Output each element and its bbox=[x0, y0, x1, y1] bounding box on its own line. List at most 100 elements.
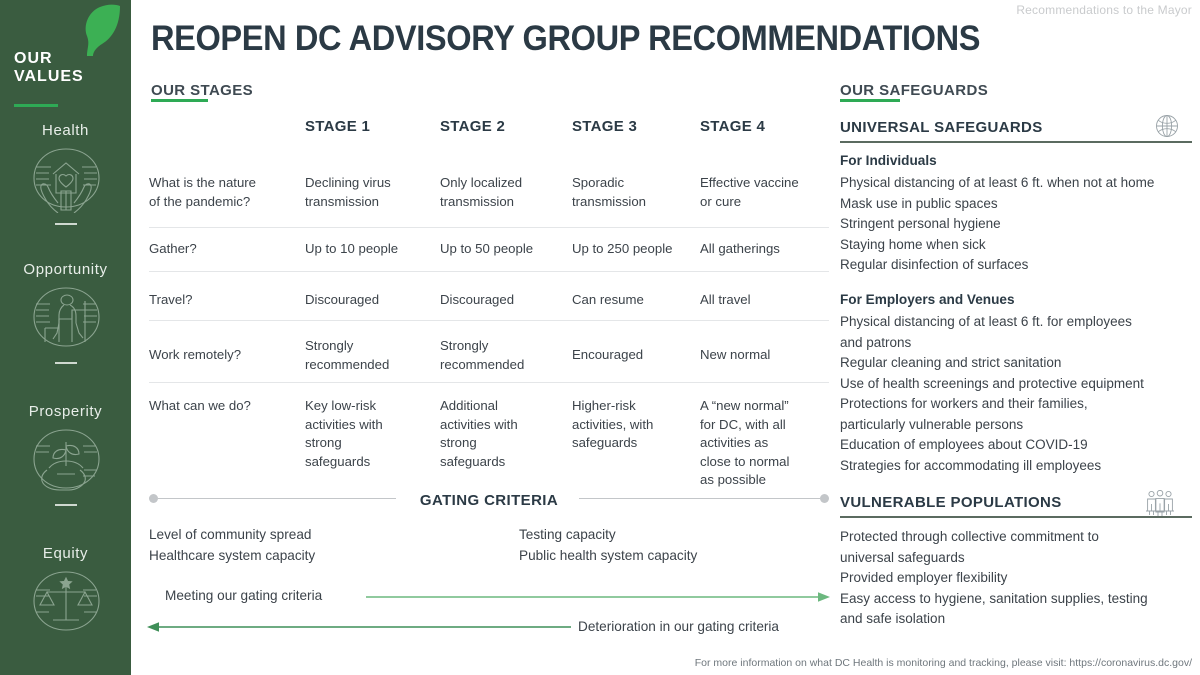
value-health: Health bbox=[0, 122, 131, 225]
stages-table: STAGE 1 STAGE 2 STAGE 3 STAGE 4 What is … bbox=[149, 118, 829, 490]
globe-icon bbox=[1156, 115, 1178, 137]
row-divider bbox=[149, 382, 829, 383]
value-equity-label: Equity bbox=[42, 545, 89, 562]
value-opportunity: Opportunity bbox=[0, 261, 131, 364]
sidebar-title-line2: VALUES bbox=[14, 68, 84, 85]
value-health-label: Health bbox=[42, 122, 89, 139]
vulnerable-populations-list: Protected through collective commitment … bbox=[840, 527, 1192, 630]
list-item: Strategies for accommodating ill employe… bbox=[840, 457, 1102, 473]
value-prosperity: Prosperity bbox=[0, 403, 131, 506]
person-climbing-stairs-icon bbox=[32, 287, 100, 347]
vulnerable-populations-rule bbox=[840, 516, 1192, 518]
list-item: Education of employees about COVID-19 bbox=[840, 437, 1088, 452]
row-question: What is the nature of the pandemic? bbox=[149, 175, 257, 209]
list-item: Stringent personal hygiene bbox=[840, 216, 1001, 231]
row-stage1: Key low-risk activities with strong safe… bbox=[305, 398, 383, 469]
list-item: Provided employer flexibility bbox=[840, 570, 1008, 585]
forward-arrow-label: Meeting our gating criteria bbox=[165, 588, 323, 603]
vulnerable-populations-title: VULNERABLE POPULATIONS bbox=[840, 494, 1062, 511]
row-stage4: New normal bbox=[700, 347, 771, 362]
sidebar-accent-rule bbox=[14, 104, 58, 107]
value-separator bbox=[54, 504, 77, 506]
balance-scales-icon bbox=[32, 571, 100, 631]
row-stage3: Up to 250 people bbox=[572, 241, 673, 256]
footer-note: For more information on what DC Health i… bbox=[694, 657, 1192, 669]
universal-safeguards-rule bbox=[840, 141, 1192, 143]
row-stage2: Discouraged bbox=[440, 292, 515, 307]
for-individuals-title: For Individuals bbox=[840, 153, 937, 168]
stage-2-header: STAGE 2 bbox=[440, 118, 506, 135]
value-prosperity-label: Prosperity bbox=[28, 403, 103, 420]
row-question: Gather? bbox=[149, 241, 197, 256]
row-stage3: Can resume bbox=[572, 292, 644, 307]
sidebar-title: OUR VALUES bbox=[14, 50, 84, 86]
gating-criteria-right: Testing capacity Public health system ca… bbox=[519, 527, 698, 563]
for-individuals-list: Physical distancing of at least 6 ft. wh… bbox=[840, 173, 1192, 276]
row-stage4: All travel bbox=[700, 292, 751, 307]
row-stage2: Up to 50 people bbox=[440, 241, 534, 256]
row-stage4: A “new normal” for DC, with all activiti… bbox=[700, 398, 790, 487]
table-row: Work remotely? Strongly recommended Stro… bbox=[149, 332, 829, 390]
our-stages-rule bbox=[151, 99, 208, 102]
list-item: Regular disinfection of surfaces bbox=[840, 257, 1029, 272]
value-equity: Equity bbox=[0, 545, 131, 636]
backward-arrow-icon bbox=[147, 622, 571, 632]
list-item: Protected through collective commitment … bbox=[840, 529, 1099, 565]
forward-arrow-icon bbox=[366, 592, 830, 602]
for-employers-title: For Employers and Venues bbox=[840, 292, 1015, 307]
stage-3-header: STAGE 3 bbox=[572, 118, 638, 135]
three-people-icon bbox=[1146, 490, 1174, 516]
row-stage3: Sporadic transmission bbox=[572, 175, 647, 209]
list-item: Physical distancing of at least 6 ft. fo… bbox=[840, 314, 1132, 350]
list-item: Use of health screenings and protective … bbox=[840, 375, 1144, 391]
row-stage2: Additional activities with strong safegu… bbox=[440, 398, 518, 469]
page-title: REOPEN DC ADVISORY GROUP RECOMMENDATIONS bbox=[151, 19, 981, 58]
our-safeguards-rule bbox=[840, 99, 900, 102]
stage-4-header: STAGE 4 bbox=[700, 118, 766, 135]
values-sidebar: OUR VALUES Health Opportunity Prosperity… bbox=[0, 0, 131, 675]
gating-criteria-band: GATING CRITERIA bbox=[149, 492, 829, 509]
row-stage2: Only localized transmission bbox=[440, 175, 523, 209]
row-stage3: Higher-risk activities, with safeguards bbox=[572, 398, 654, 450]
universal-safeguards-title: UNIVERSAL SAFEGUARDS bbox=[840, 119, 1043, 136]
backward-arrow-label: Deterioration in our gating criteria bbox=[578, 619, 779, 634]
value-separator bbox=[54, 223, 77, 225]
stages-table-header-row: STAGE 1 STAGE 2 STAGE 3 STAGE 4 bbox=[149, 118, 829, 146]
sidebar-title-line1: OUR bbox=[14, 50, 53, 67]
row-question: Work remotely? bbox=[149, 347, 242, 362]
our-stages-heading: OUR STAGES bbox=[151, 82, 254, 99]
hand-holding-plant-icon bbox=[32, 429, 100, 491]
mayor-note: Recommendations to the Mayor bbox=[1016, 3, 1192, 17]
for-employers-list: Physical distancing of at least 6 ft. fo… bbox=[840, 312, 1192, 476]
value-separator bbox=[54, 362, 77, 364]
row-question: Travel? bbox=[149, 292, 193, 307]
row-stage2: Strongly recommended bbox=[440, 338, 525, 372]
list-item: Regular cleaning and strict sanitation bbox=[840, 355, 1062, 370]
row-question: What can we do? bbox=[149, 398, 251, 413]
leaf-icon bbox=[85, 4, 120, 56]
stage-1-header: STAGE 1 bbox=[305, 118, 371, 135]
our-safeguards-heading: OUR SAFEGUARDS bbox=[840, 82, 989, 99]
row-divider bbox=[149, 320, 829, 321]
table-row: Travel? Discouraged Discouraged Can resu… bbox=[149, 284, 829, 332]
table-row: What can we do? Key low-risk activities … bbox=[149, 390, 829, 490]
table-row: What is the nature of the pandemic? Decl… bbox=[149, 174, 829, 231]
table-row: Gather? Up to 10 people Up to 50 people … bbox=[149, 231, 829, 284]
list-item: Physical distancing of at least 6 ft. wh… bbox=[840, 175, 1155, 190]
hands-holding-home-heart-icon bbox=[32, 148, 100, 213]
row-stage1: Declining virus transmission bbox=[305, 175, 391, 209]
row-stage4: All gatherings bbox=[700, 241, 780, 256]
list-item: Mask use in public spaces bbox=[840, 195, 998, 211]
row-divider bbox=[149, 271, 829, 272]
gating-criteria-title: GATING CRITERIA bbox=[419, 492, 559, 509]
row-stage1: Up to 10 people bbox=[305, 241, 399, 256]
list-item: Staying home when sick bbox=[840, 236, 986, 252]
list-item: Easy access to hygiene, sanitation suppl… bbox=[840, 590, 1148, 627]
row-divider bbox=[149, 227, 829, 228]
value-opportunity-label: Opportunity bbox=[23, 261, 108, 278]
gating-criteria-left: Level of community spread Healthcare sys… bbox=[149, 527, 316, 563]
row-stage1: Strongly recommended bbox=[305, 338, 390, 372]
infographic-page: OUR VALUES Health Opportunity Prosperity… bbox=[0, 0, 1200, 675]
row-stage4: Effective vaccine or cure bbox=[700, 175, 799, 209]
row-stage1: Discouraged bbox=[305, 292, 380, 307]
